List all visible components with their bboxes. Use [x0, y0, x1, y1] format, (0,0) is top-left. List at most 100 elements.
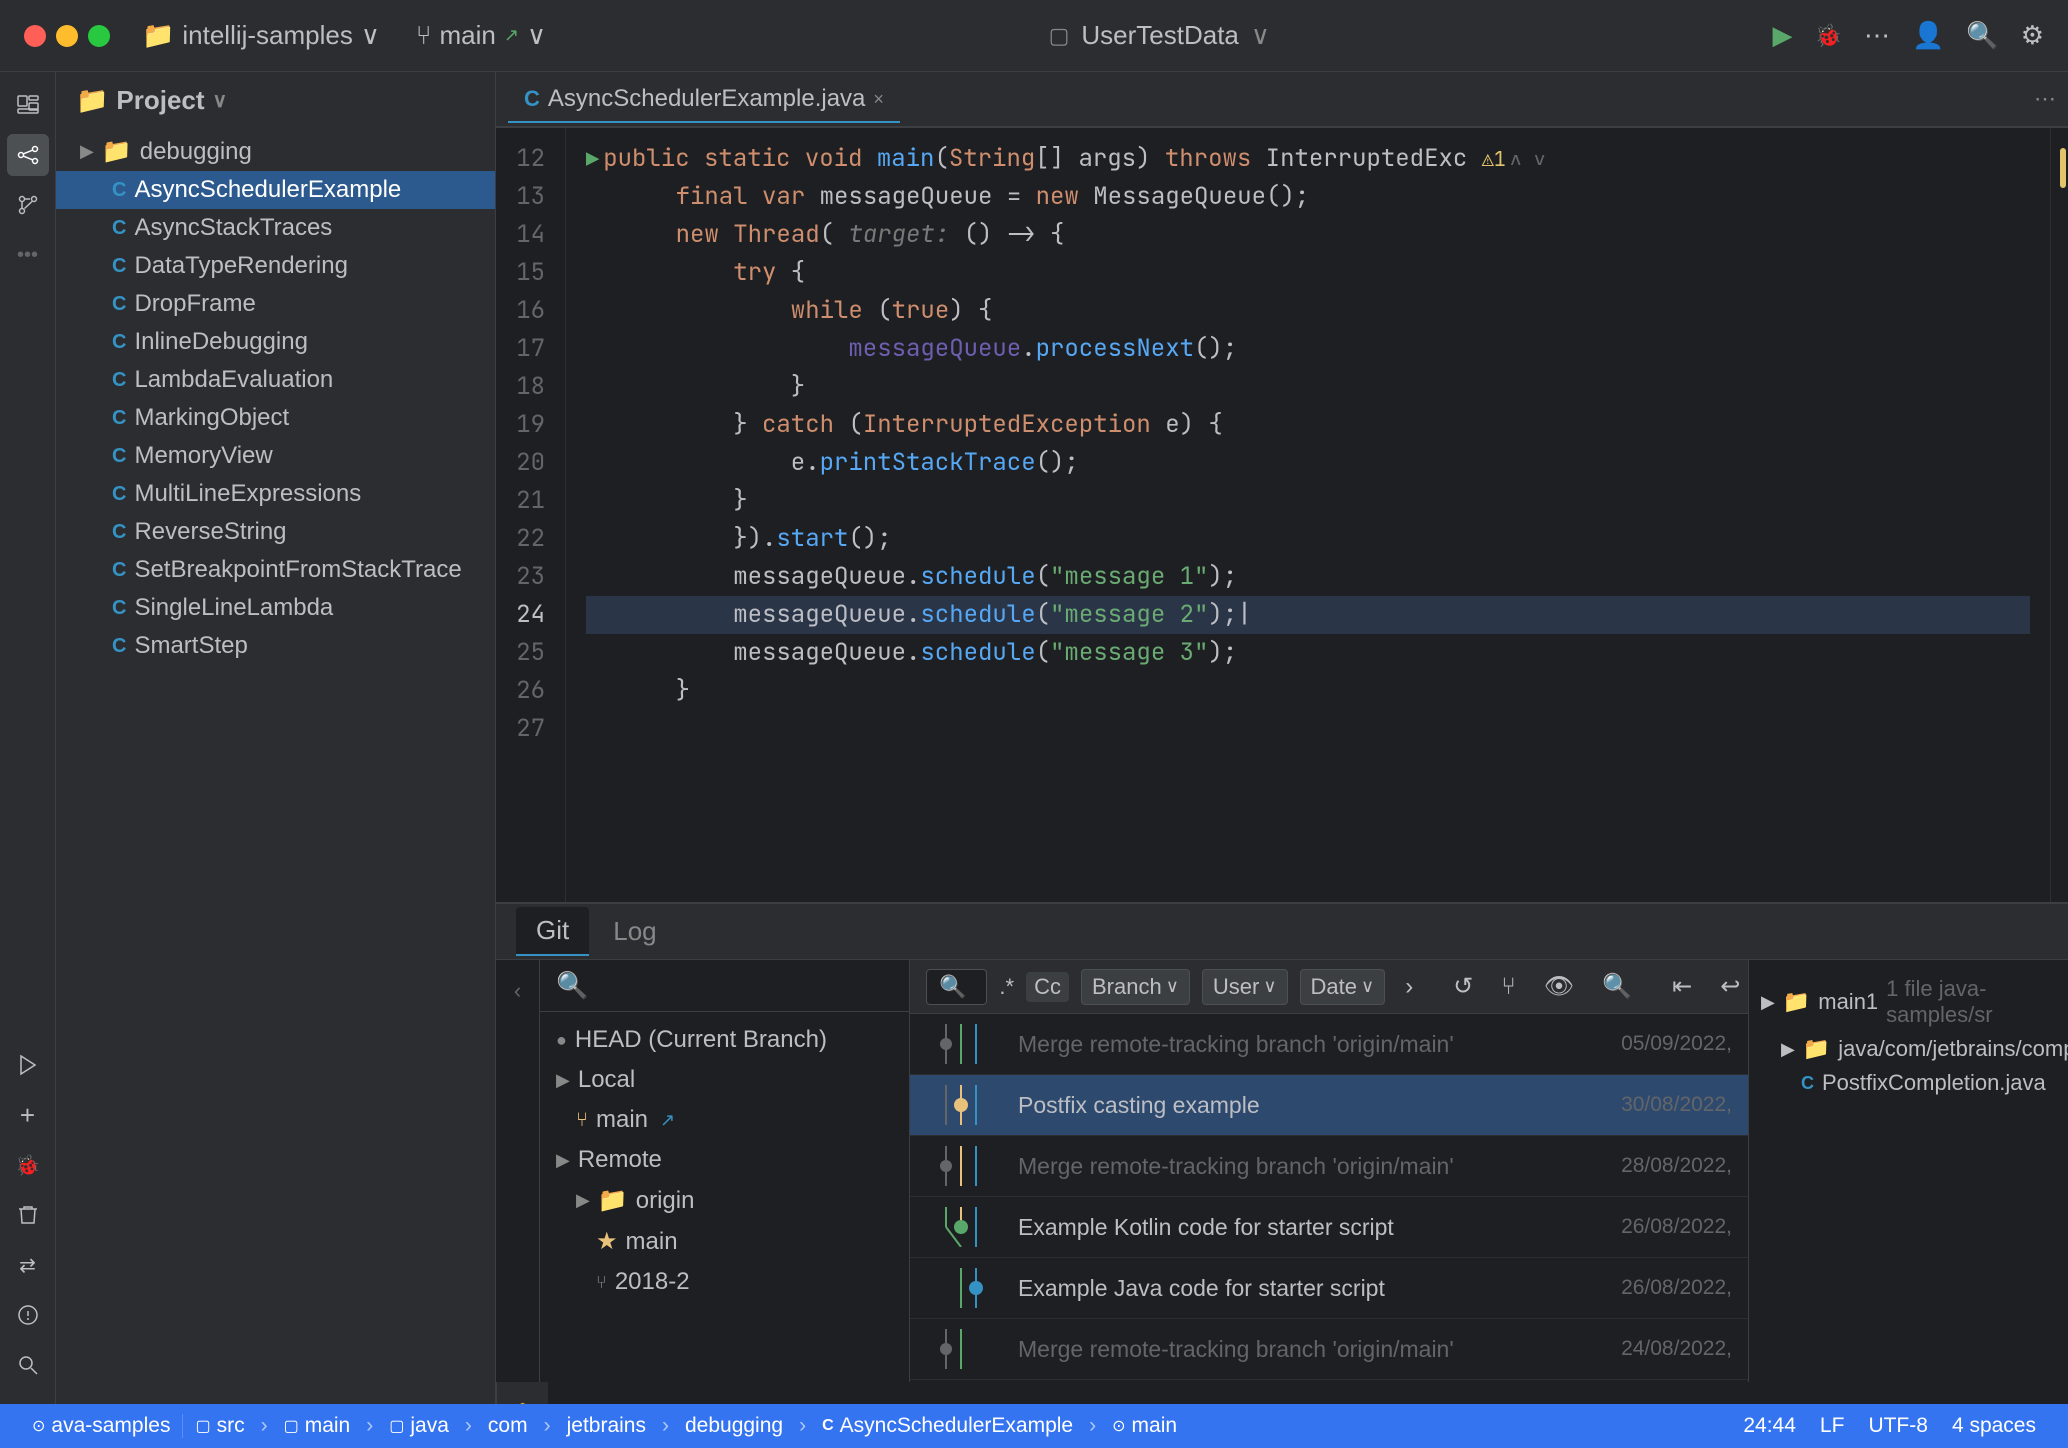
- git-head[interactable]: ● HEAD (Current Branch): [540, 1020, 909, 1060]
- git-origin-2018[interactable]: ⑂ 2018-2: [540, 1262, 909, 1302]
- tree-item-inline[interactable]: C InlineDebugging: [56, 323, 495, 361]
- sidebar-run-icon[interactable]: [7, 1044, 49, 1086]
- statusbar-src[interactable]: ▢ src: [183, 1404, 256, 1448]
- tree-item-marking[interactable]: C MarkingObject: [56, 399, 495, 437]
- code-line-23: messageQueue.schedule("message 1");: [586, 558, 2030, 596]
- sidebar-search-icon[interactable]: [7, 1344, 49, 1386]
- collapse-button[interactable]: ‹: [508, 972, 527, 1010]
- cherry-pick-icon[interactable]: ⇤: [1664, 968, 1700, 1005]
- tree-item-async-scheduler[interactable]: C AsyncSchedulerExample: [56, 171, 495, 209]
- commit-row-3[interactable]: Merge remote-tracking branch 'origin/mai…: [910, 1136, 1748, 1197]
- tree-item-smartstep[interactable]: C SmartStep: [56, 627, 495, 665]
- tree-item-single[interactable]: C SingleLineLambda: [56, 589, 495, 627]
- git-detail-file[interactable]: C PostfixCompletion.java: [1761, 1066, 2056, 1100]
- statusbar-position[interactable]: 24:44: [1731, 1404, 1808, 1448]
- sidebar-debug-icon[interactable]: 🐞: [7, 1144, 49, 1186]
- sidebar-add-icon[interactable]: +: [7, 1094, 49, 1136]
- tree-item-dropframe[interactable]: C DropFrame: [56, 285, 495, 323]
- project-name[interactable]: 📁 intellij-samples ∨: [142, 20, 380, 51]
- chevron-down-icon: ∨: [1361, 976, 1374, 997]
- debug-button[interactable]: 🐞: [1815, 23, 1842, 49]
- statusbar-java[interactable]: ▢ java: [377, 1404, 461, 1448]
- sidebar-delete-icon[interactable]: [7, 1194, 49, 1236]
- sidebar-structure-icon[interactable]: [7, 134, 49, 176]
- statusbar-com[interactable]: com: [476, 1404, 540, 1448]
- tree-item-setbreakpoint[interactable]: C SetBreakpointFromStackTrace: [56, 551, 495, 589]
- commit-row-5[interactable]: Example Java code for starter script 26/…: [910, 1258, 1748, 1319]
- sidebar-project-icon[interactable]: [7, 84, 49, 126]
- git-detail-sub[interactable]: ▶ 📁 java/com/jetbrains/compl: [1761, 1032, 2056, 1066]
- statusbar-classname[interactable]: C AsyncSchedulerExample: [810, 1404, 1085, 1448]
- folder-icon: 📁: [102, 137, 132, 166]
- statusbar-charset[interactable]: UTF-8: [1856, 1404, 1940, 1448]
- statusbar-indent[interactable]: 4 spaces: [1940, 1404, 2048, 1448]
- refresh-icon[interactable]: ↺: [1445, 968, 1481, 1005]
- find-icon[interactable]: 🔍: [1594, 968, 1640, 1005]
- more-button[interactable]: ⋯: [1864, 20, 1890, 51]
- commit-row-6[interactable]: Merge remote-tracking branch 'origin/mai…: [910, 1319, 1748, 1380]
- regex-option[interactable]: .*: [999, 974, 1014, 1000]
- git-detail-expand[interactable]: ▶ 📁 main1 1 file java-samples/sr: [1761, 972, 2056, 1032]
- tree-item-lambda[interactable]: C LambdaEvaluation: [56, 361, 495, 399]
- git-origin-main[interactable]: ★ main: [540, 1221, 909, 1262]
- tree-item-debugging[interactable]: ▶ 📁 debugging: [56, 132, 495, 171]
- run-button[interactable]: ▶: [1773, 20, 1793, 51]
- tab-close-button[interactable]: ×: [873, 89, 884, 110]
- editor-tab-async[interactable]: C AsyncSchedulerExample.java ×: [508, 77, 900, 123]
- git-remote-group[interactable]: ▶ Remote: [540, 1140, 909, 1180]
- fork-icon[interactable]: ⑂: [1493, 969, 1523, 1005]
- commit-row-4[interactable]: Example Kotlin code for starter script 2…: [910, 1197, 1748, 1258]
- editor-scrollbar[interactable]: [2050, 128, 2068, 902]
- git-search-input[interactable]: [596, 972, 893, 1000]
- minimize-button[interactable]: [56, 25, 78, 47]
- commit-row-7[interactable]: Upgrading JUnit 16/08/2022,: [910, 1380, 1748, 1382]
- close-button[interactable]: [24, 25, 46, 47]
- statusbar-branch[interactable]: ⊙ main: [1100, 1404, 1189, 1448]
- git-commit-search[interactable]: 🔍: [926, 969, 987, 1005]
- git-origin-folder[interactable]: ▶ 📁 origin: [540, 1180, 909, 1221]
- statusbar-main[interactable]: ▢ main: [272, 1404, 363, 1448]
- tab-log[interactable]: Log: [593, 908, 676, 955]
- traffic-lights: [24, 25, 110, 47]
- line-num-14: 14: [496, 216, 553, 254]
- eye-icon[interactable]: 👁: [1536, 968, 1582, 1005]
- git-commits-list: Merge remote-tracking branch 'origin/mai…: [910, 1014, 1748, 1382]
- tree-item-datatype[interactable]: C DataTypeRendering: [56, 247, 495, 285]
- breadcrumb-arrow-4: ›: [544, 1414, 551, 1438]
- case-option[interactable]: Cc: [1026, 972, 1069, 1002]
- tree-item-memory[interactable]: C MemoryView: [56, 437, 495, 475]
- code-line-14: new Thread( target: () -> {: [586, 216, 2030, 254]
- tree-item-async-stack[interactable]: C AsyncStackTraces: [56, 209, 495, 247]
- user-filter[interactable]: User ∨: [1202, 969, 1288, 1005]
- statusbar-jetbrains[interactable]: jetbrains: [555, 1404, 658, 1448]
- search-icon[interactable]: 🔍: [1966, 20, 1998, 51]
- statusbar-debugging[interactable]: debugging: [673, 1404, 795, 1448]
- code-content[interactable]: ▶ public static void main(String[] args)…: [566, 128, 2050, 902]
- more-filters-icon[interactable]: ›: [1397, 969, 1421, 1005]
- commit-row-2[interactable]: Postfix casting example 30/08/2022,: [910, 1075, 1748, 1136]
- sidebar-arrow-icon[interactable]: ⇄: [7, 1244, 49, 1286]
- editor-area[interactable]: 12 13 14 15 16 17 18 19 20 21 22 23 24 2…: [496, 128, 2068, 902]
- expand-icon: ▶: [576, 1190, 590, 1211]
- settings-icon[interactable]: ⚙: [2021, 20, 2044, 51]
- statusbar-lf[interactable]: LF: [1808, 1404, 1857, 1448]
- git-local-main[interactable]: ⑂ main ↗: [540, 1100, 909, 1140]
- maximize-button[interactable]: [88, 25, 110, 47]
- tab-git[interactable]: Git: [516, 907, 589, 956]
- git-local-group[interactable]: ▶ Local: [540, 1060, 909, 1100]
- branch-filter[interactable]: Branch ∨: [1081, 969, 1190, 1005]
- statusbar-project[interactable]: ⊙ ava-samples: [20, 1404, 182, 1448]
- tree-item-multiline[interactable]: C MultiLineExpressions: [56, 475, 495, 513]
- branch-selector[interactable]: ⑂ main ↗ ∨: [416, 20, 546, 51]
- undo-icon[interactable]: ↩: [1712, 968, 1748, 1005]
- run-gutter-icon[interactable]: ▶: [586, 143, 599, 176]
- sidebar-more-icon[interactable]: •••: [7, 234, 49, 276]
- git-collapse-panel: ‹: [496, 960, 540, 1382]
- commit-row-1[interactable]: Merge remote-tracking branch 'origin/mai…: [910, 1014, 1748, 1075]
- account-icon[interactable]: 👤: [1912, 20, 1944, 51]
- sidebar-git-icon[interactable]: [7, 184, 49, 226]
- tree-item-reverse[interactable]: C ReverseString: [56, 513, 495, 551]
- sidebar-problems-icon[interactable]: [7, 1294, 49, 1336]
- more-tabs-icon[interactable]: ⋯: [2034, 86, 2056, 112]
- date-filter[interactable]: Date ∨: [1300, 969, 1386, 1005]
